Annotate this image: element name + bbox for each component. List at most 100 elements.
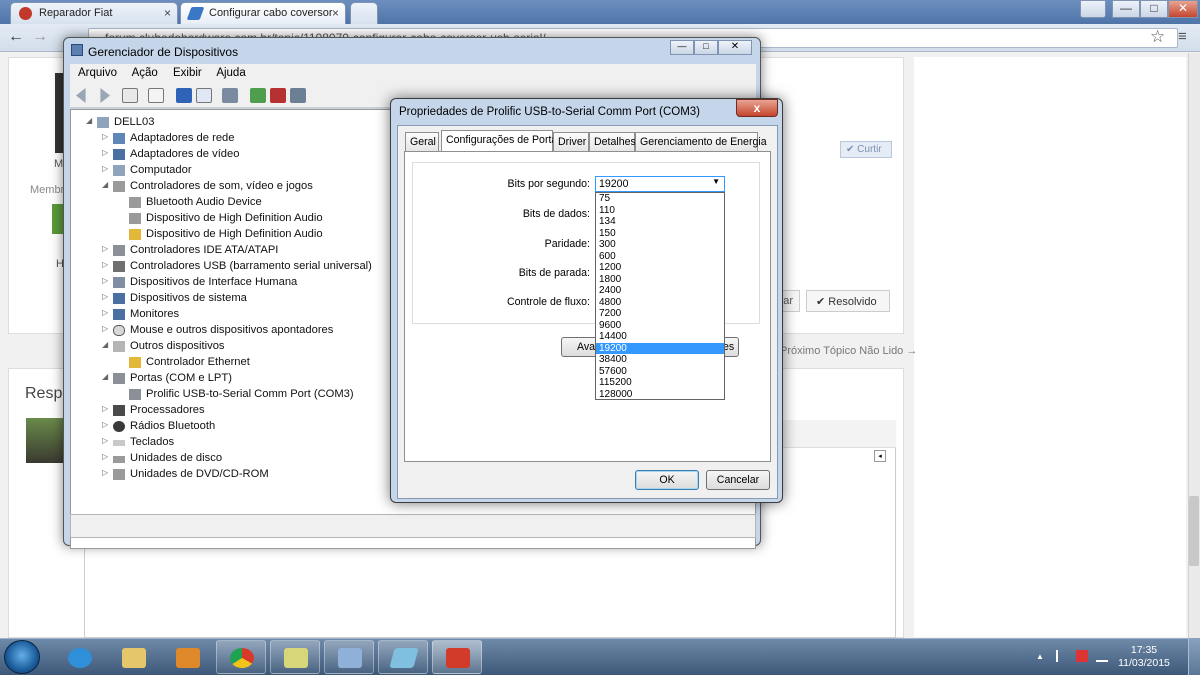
expand-arrow-icon[interactable]: ▷ [102, 164, 108, 173]
tree-node-root[interactable]: ◢ DELL03 [86, 116, 154, 128]
expand-arrow-icon[interactable]: ▷ [102, 132, 108, 141]
disable-icon[interactable] [290, 88, 306, 103]
next-topic-link[interactable]: Próximo Tópico Não Lido → [780, 345, 917, 357]
tab-detalhes[interactable]: Detalhes [589, 132, 636, 151]
baud-option[interactable]: 14400 [596, 331, 724, 343]
baud-option[interactable]: 57600 [596, 366, 724, 378]
taskbar-ie[interactable] [54, 640, 104, 674]
show-hide-tree-icon[interactable] [122, 88, 138, 103]
baud-rate-select[interactable]: 19200 ▼ [595, 176, 725, 192]
expand-arrow-icon[interactable]: ▷ [102, 452, 108, 461]
tree-node-prolific[interactable]: Prolific USB-to-Serial Comm Port (COM3) [129, 388, 354, 400]
taskbar-app[interactable] [378, 640, 428, 674]
browser-tab-reparador[interactable]: Reparador Fiat × [10, 2, 178, 24]
baud-option[interactable]: 2400 [596, 285, 724, 297]
tree-node[interactable]: ▷ Mouse e outros dispositivos apontadores [102, 324, 333, 336]
start-button[interactable] [4, 640, 40, 674]
collapse-arrow-icon[interactable]: ◢ [86, 116, 92, 125]
close-window-button[interactable]: ✕ [1168, 0, 1198, 18]
baud-option[interactable]: 4800 [596, 297, 724, 309]
baud-option[interactable]: 7200 [596, 308, 724, 320]
forward-icon[interactable] [100, 88, 110, 103]
cancel-button[interactable]: Cancelar [706, 470, 770, 490]
tree-node[interactable]: ▷ Dispositivos de Interface Humana [102, 276, 297, 288]
tab-driver[interactable]: Driver [553, 132, 589, 151]
tree-node[interactable]: ▷ Unidades de DVD/CD-ROM [102, 468, 269, 480]
taskbar-files[interactable] [270, 640, 320, 674]
flag-icon[interactable] [1056, 650, 1066, 662]
tree-node[interactable]: ▷ Unidades de disco [102, 452, 222, 464]
expand-arrow-icon[interactable]: ▷ [102, 404, 108, 413]
baud-option[interactable]: 38400 [596, 354, 724, 366]
tab-gerenciamento-de-energia[interactable]: Gerenciamento de Energia [635, 132, 767, 151]
menu-acao[interactable]: Ação [132, 67, 158, 79]
update-driver-icon[interactable] [250, 88, 266, 103]
user-profile-icon[interactable] [1080, 0, 1106, 18]
scan-hardware-icon[interactable] [222, 88, 238, 103]
taskbar-device-manager[interactable] [324, 640, 374, 674]
tree-node[interactable]: ▷ Controladores IDE ATA/ATAPI [102, 244, 278, 256]
tree-node[interactable]: ◢ Portas (COM e LPT) [102, 372, 232, 384]
signal-icon[interactable] [1096, 650, 1108, 662]
menu-icon[interactable]: ≡ [1178, 28, 1187, 45]
help-icon[interactable] [176, 88, 192, 103]
baud-option[interactable]: 75 [596, 193, 724, 205]
resolved-button[interactable]: ✔ Resolvido [806, 290, 890, 312]
baud-option[interactable]: 150 [596, 228, 724, 240]
baud-option[interactable]: 9600 [596, 320, 724, 332]
clock[interactable]: 17:35 11/03/2015 [1114, 644, 1174, 670]
tree-node[interactable]: ▷ Monitores [102, 308, 179, 320]
dm-maximize-button[interactable]: □ [694, 40, 718, 55]
tree-node[interactable]: ▷ Controladores USB (barramento serial un… [102, 260, 372, 272]
baud-option[interactable]: 600 [596, 251, 724, 263]
expand-arrow-icon[interactable]: ▷ [102, 308, 108, 317]
tree-node[interactable]: Dispositivo de High Definition Audio [129, 228, 323, 240]
menu-arquivo[interactable]: Arquivo [78, 67, 117, 79]
maximize-button[interactable]: □ [1140, 0, 1168, 18]
taskbar-explorer[interactable] [108, 640, 158, 674]
baud-option[interactable]: 128000 [596, 389, 724, 401]
baud-rate-dropdown-list[interactable]: 75 110 134 150 300 600 1200 1800 2400 48… [595, 192, 725, 400]
bookmark-star-icon[interactable]: ☆ [1150, 27, 1165, 47]
baud-option-selected[interactable]: 19200 [596, 342, 724, 354]
like-button[interactable]: ✔ Curtir [840, 141, 892, 158]
expand-arrow-icon[interactable]: ▷ [102, 260, 108, 269]
tree-node[interactable]: ▷ Dispositivos de sistema [102, 292, 247, 304]
collapse-icon[interactable]: ◂ [874, 450, 886, 462]
tab-configuracoes-de-porta[interactable]: Configurações de Porta [441, 130, 557, 152]
taskbar-chrome[interactable] [216, 640, 266, 674]
back-icon[interactable] [76, 88, 86, 103]
expand-arrow-icon[interactable]: ▷ [102, 244, 108, 253]
collapse-arrow-icon[interactable]: ◢ [102, 372, 108, 381]
expand-arrow-icon[interactable]: ▷ [102, 468, 108, 477]
new-tab-button[interactable] [350, 2, 378, 24]
tree-node[interactable]: ◢ Outros dispositivos [102, 340, 225, 352]
expand-arrow-icon[interactable]: ▷ [102, 324, 108, 333]
chevron-down-icon[interactable]: ▼ [712, 177, 720, 186]
forward-arrow-icon[interactable]: → [32, 28, 48, 46]
dialog-close-button[interactable]: x [736, 99, 778, 117]
baud-option[interactable]: 1200 [596, 262, 724, 274]
tree-node[interactable]: ◢ Controladores de som, vídeo e jogos [102, 180, 313, 192]
back-arrow-icon[interactable]: ← [8, 28, 24, 46]
tree-node[interactable]: Controlador Ethernet [129, 356, 250, 368]
tree-node[interactable]: ▷ Processadores [102, 404, 205, 416]
expand-arrow-icon[interactable]: ▷ [102, 148, 108, 157]
baud-option[interactable]: 115200 [596, 377, 724, 389]
tab-close-icon[interactable]: × [164, 6, 171, 20]
tab-close-icon[interactable]: × [332, 6, 339, 20]
tree-node[interactable]: ▷ Adaptadores de rede [102, 132, 235, 144]
baud-option[interactable]: 300 [596, 239, 724, 251]
network-warning-icon[interactable] [1076, 650, 1088, 662]
baud-option[interactable]: 110 [596, 205, 724, 217]
view-icon[interactable] [196, 88, 212, 103]
ok-button[interactable]: OK [635, 470, 699, 490]
collapse-arrow-icon[interactable]: ◢ [102, 340, 108, 349]
expand-arrow-icon[interactable]: ▷ [102, 436, 108, 445]
tree-node[interactable]: Bluetooth Audio Device [129, 196, 262, 208]
baud-option[interactable]: 134 [596, 216, 724, 228]
dm-close-button[interactable]: ✕ [718, 40, 752, 55]
tray-expand-arrow[interactable]: ▲ [1036, 652, 1044, 661]
expand-arrow-icon[interactable]: ▷ [102, 420, 108, 429]
browser-tab-configurar[interactable]: Configurar cabo coversor × [180, 2, 346, 24]
